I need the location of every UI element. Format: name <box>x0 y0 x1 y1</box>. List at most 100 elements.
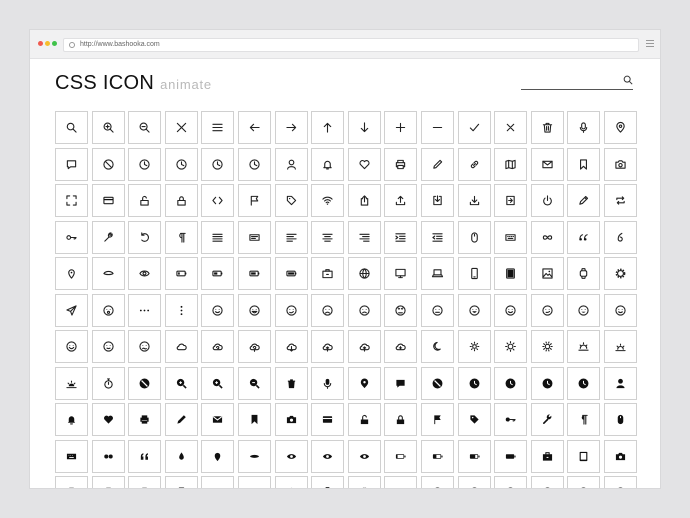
icon-tile[interactable] <box>530 366 564 400</box>
icon-tile[interactable] <box>55 293 88 327</box>
icon-tile[interactable] <box>274 366 308 400</box>
icon-tile[interactable] <box>420 220 454 254</box>
icon-tile[interactable] <box>128 257 162 290</box>
icon-tile[interactable] <box>91 330 125 363</box>
icon-tile[interactable] <box>603 111 637 144</box>
icon-tile[interactable] <box>494 403 528 436</box>
icon-tile[interactable] <box>128 184 162 217</box>
icon-tile[interactable] <box>384 476 418 488</box>
icon-tile[interactable] <box>384 147 418 181</box>
icon-tile[interactable] <box>55 330 88 363</box>
icon-tile[interactable] <box>55 403 88 436</box>
icon-tile[interactable] <box>91 439 125 473</box>
icon-tile[interactable] <box>530 184 564 217</box>
icon-tile[interactable] <box>457 220 491 254</box>
icon-tile[interactable] <box>128 147 162 181</box>
icon-tile[interactable] <box>603 403 637 436</box>
icon-tile[interactable] <box>237 184 271 217</box>
icon-tile[interactable] <box>530 403 564 436</box>
icon-tile[interactable] <box>201 184 235 217</box>
icon-tile[interactable] <box>567 476 601 488</box>
icon-tile[interactable] <box>164 403 198 436</box>
icon-tile[interactable] <box>567 111 601 144</box>
icon-tile[interactable] <box>164 111 198 144</box>
icon-tile[interactable] <box>347 439 381 473</box>
icon-tile[interactable] <box>55 184 88 217</box>
icon-tile[interactable] <box>201 366 235 400</box>
icon-tile[interactable] <box>420 111 454 144</box>
icon-tile[interactable] <box>55 366 88 400</box>
icon-tile[interactable] <box>201 147 235 181</box>
icon-tile[interactable] <box>457 293 491 327</box>
icon-tile[interactable] <box>457 184 491 217</box>
icon-tile[interactable] <box>91 403 125 436</box>
icon-tile[interactable] <box>384 184 418 217</box>
icon-tile[interactable] <box>311 184 345 217</box>
window-close-button[interactable] <box>38 41 43 46</box>
icon-tile[interactable] <box>567 366 601 400</box>
icon-tile[interactable] <box>530 293 564 327</box>
icon-tile[interactable] <box>420 330 454 363</box>
icon-tile[interactable] <box>347 220 381 254</box>
icon-tile[interactable] <box>237 366 271 400</box>
icon-tile[interactable] <box>164 184 198 217</box>
icon-tile[interactable] <box>567 403 601 436</box>
search-box[interactable] <box>521 73 633 91</box>
icon-tile[interactable] <box>347 184 381 217</box>
icon-tile[interactable] <box>530 111 564 144</box>
icon-tile[interactable] <box>237 220 271 254</box>
icon-tile[interactable] <box>494 439 528 473</box>
icon-tile[interactable] <box>128 330 162 363</box>
window-minimize-button[interactable] <box>45 41 50 46</box>
icon-tile[interactable] <box>494 257 528 290</box>
icon-tile[interactable] <box>91 184 125 217</box>
icon-tile[interactable] <box>55 111 88 144</box>
icon-tile[interactable] <box>603 293 637 327</box>
icon-tile[interactable] <box>164 330 198 363</box>
icon-tile[interactable] <box>55 257 88 290</box>
icon-tile[interactable] <box>311 330 345 363</box>
icon-tile[interactable] <box>347 366 381 400</box>
icon-tile[interactable] <box>603 366 637 400</box>
icon-tile[interactable] <box>457 403 491 436</box>
icon-tile[interactable] <box>274 257 308 290</box>
icon-tile[interactable] <box>55 476 88 488</box>
icon-tile[interactable] <box>237 147 271 181</box>
icon-tile[interactable] <box>457 147 491 181</box>
icon-tile[interactable] <box>237 439 271 473</box>
icon-tile[interactable] <box>494 330 528 363</box>
icon-tile[interactable] <box>420 147 454 181</box>
icon-tile[interactable] <box>384 111 418 144</box>
icon-tile[interactable] <box>201 330 235 363</box>
search-icon[interactable] <box>623 75 633 85</box>
icon-tile[interactable] <box>164 220 198 254</box>
icon-tile[interactable] <box>494 220 528 254</box>
icon-tile[interactable] <box>530 439 564 473</box>
icon-tile[interactable] <box>311 476 345 488</box>
icon-tile[interactable] <box>530 147 564 181</box>
icon-tile[interactable] <box>420 184 454 217</box>
icon-tile[interactable] <box>384 403 418 436</box>
icon-tile[interactable] <box>274 293 308 327</box>
icon-tile[interactable] <box>128 111 162 144</box>
icon-tile[interactable] <box>128 366 162 400</box>
icon-tile[interactable] <box>274 111 308 144</box>
icon-tile[interactable] <box>311 220 345 254</box>
icon-tile[interactable] <box>567 184 601 217</box>
icon-tile[interactable] <box>91 147 125 181</box>
icon-tile[interactable] <box>55 439 88 473</box>
icon-tile[interactable] <box>274 439 308 473</box>
icon-tile[interactable] <box>347 257 381 290</box>
icon-tile[interactable] <box>420 293 454 327</box>
icon-tile[interactable] <box>311 293 345 327</box>
icon-tile[interactable] <box>603 147 637 181</box>
icon-tile[interactable] <box>311 111 345 144</box>
icon-tile[interactable] <box>603 184 637 217</box>
icon-tile[interactable] <box>347 403 381 436</box>
icon-tile[interactable] <box>128 403 162 436</box>
icon-tile[interactable] <box>274 403 308 436</box>
icon-tile[interactable] <box>201 220 235 254</box>
icon-tile[interactable] <box>567 330 601 363</box>
icon-tile[interactable] <box>128 439 162 473</box>
icon-tile[interactable] <box>530 220 564 254</box>
